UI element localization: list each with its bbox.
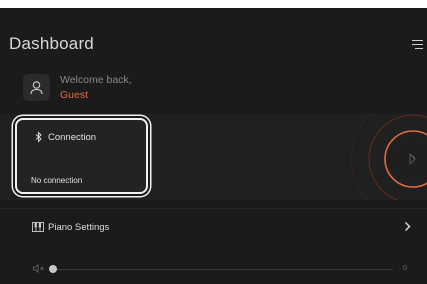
volume-value: 0: [403, 265, 407, 272]
volume-slider-track[interactable]: [51, 269, 393, 270]
volume-control: 0: [0, 255, 427, 275]
hamburger-menu-icon[interactable]: [411, 40, 423, 50]
welcome-section: Welcome back, Guest: [23, 70, 427, 104]
piano-settings-label: Piano Settings: [48, 222, 110, 233]
header: Dashboard: [9, 34, 427, 58]
volume-slider-thumb[interactable]: [49, 265, 57, 273]
connection-status: No connection: [31, 176, 83, 185]
speaker-mute-icon[interactable]: [33, 264, 45, 273]
piano-keys-icon: [32, 222, 44, 232]
divider: [0, 208, 427, 209]
chevron-right-icon: [405, 222, 411, 231]
bluetooth-icon: [35, 131, 42, 143]
welcome-greeting: Welcome back,: [60, 74, 132, 86]
page-title: Dashboard: [9, 34, 94, 53]
connection-label: Connection: [48, 132, 97, 143]
connection-card[interactable]: Connection No connection: [15, 118, 148, 194]
avatar[interactable]: [23, 74, 50, 101]
piano-settings-row[interactable]: Piano Settings: [0, 213, 427, 241]
user-icon: [30, 81, 43, 95]
app-screen: Dashboard Welcome back, Guest Connection…: [0, 8, 427, 284]
welcome-username: Guest: [60, 89, 89, 101]
